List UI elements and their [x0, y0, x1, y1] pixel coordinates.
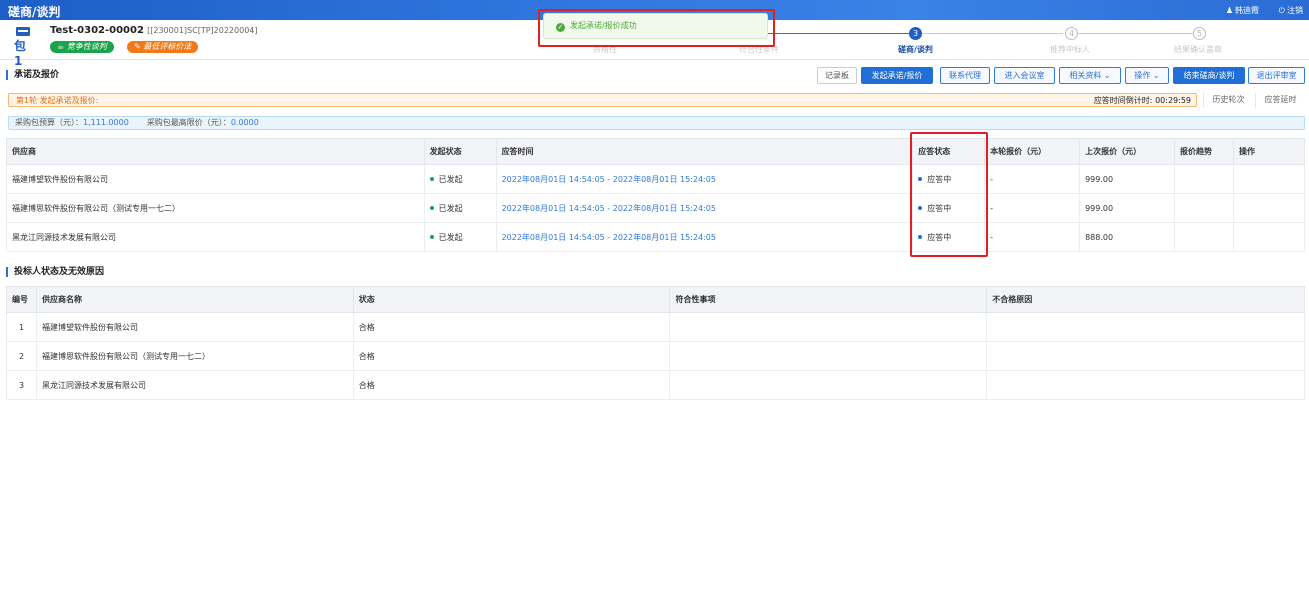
table-row: 福建博望软件股份有限公司 已发起 2022年08月01日 14:54:05 - …: [6, 164, 1306, 194]
chevron-down-icon: ⌄: [1103, 71, 1111, 80]
history-rounds-button[interactable]: 历史轮次: [1203, 93, 1253, 108]
exit-review-button[interactable]: 退出评审室: [1248, 67, 1305, 84]
enter-meeting-button[interactable]: 进入会议室: [994, 67, 1055, 84]
step-4-circle: 4: [1065, 27, 1078, 40]
table-row: 3 黑龙江同源技术发展有限公司 合格: [6, 370, 1305, 400]
step-3-label: 磋商/谈判: [898, 45, 933, 54]
method-tag: ☕ 竞争性谈判: [50, 41, 114, 53]
highlight-box-reply-status: [910, 132, 988, 257]
logout-link[interactable]: ⏻ 注销: [1279, 5, 1303, 16]
step-4-label: 推荐中标人: [1050, 45, 1090, 54]
operate-dropdown[interactable]: 操作 ⌄: [1125, 67, 1169, 84]
highlight-box-toast: [538, 9, 775, 47]
bidder-table: 编号 供应商名称 状态 符合性事项 不合格原因 1 福建博望软件股份有限公司 合…: [6, 286, 1305, 400]
records-button[interactable]: 记录板: [817, 67, 857, 84]
logout-label: 注销: [1287, 6, 1303, 15]
section-title-quotes: 承诺及报价: [6, 70, 59, 80]
table-row: 2 福建博思软件股份有限公司（测试专用一七二） 合格: [6, 341, 1305, 371]
budget-bar: 采购包预算（元）：1,111.0000 采购包最高限价（元）：0.0000: [8, 116, 1305, 130]
user-name: 韩迪霞: [1235, 6, 1259, 15]
quote-table: 供应商 发起状态 应答时间 应答状态 本轮报价（元） 上次报价（元） 报价趋势 …: [6, 138, 1306, 252]
table-header-row: 编号 供应商名称 状态 符合性事项 不合格原因: [6, 286, 1305, 313]
project-name: Test-0302-00002: [50, 25, 144, 36]
step-line: [1078, 33, 1193, 34]
contact-agent-button[interactable]: 联系代理: [940, 67, 990, 84]
materials-dropdown[interactable]: 相关资料 ⌄: [1059, 67, 1121, 84]
status-dot: [429, 205, 434, 210]
step-5-label: 结果确认盖章: [1174, 45, 1222, 54]
user-icon: ♟: [1225, 6, 1233, 15]
initiate-quote-button[interactable]: 发起承诺/报价: [861, 67, 933, 84]
round-label: 第1轮 发起承诺及报价:: [16, 96, 99, 105]
project-code: [230001]SC[TP]20220004: [150, 26, 255, 35]
step-line: [918, 33, 1063, 34]
status-dot: [429, 176, 434, 181]
power-icon: ⏻: [1278, 6, 1285, 15]
table-header-row: 供应商 发起状态 应答时间 应答状态 本轮报价（元） 上次报价（元） 报价趋势 …: [6, 138, 1306, 165]
package-doc-icon: 包1: [14, 27, 34, 68]
eval-tag: ✎ 最低评标价法: [127, 41, 199, 53]
table-row: 福建博思软件股份有限公司（测试专用一七二） 已发起 2022年08月01日 14…: [6, 193, 1306, 223]
reply-delay-button[interactable]: 应答延时: [1255, 93, 1305, 108]
table-row: 黑龙江同源技术发展有限公司 已发起 2022年08月01日 14:54:05 -…: [6, 222, 1306, 252]
chevron-down-icon: ⌄: [1152, 71, 1160, 80]
max-price-value: 0.0000: [230, 118, 259, 127]
step-5-circle: 5: [1193, 27, 1206, 40]
countdown-value: 00:29:59: [1155, 96, 1191, 105]
step-3-circle: 3: [909, 27, 922, 40]
section-title-bidders: 投标人状态及无效原因: [6, 267, 104, 277]
current-user[interactable]: ♟ 韩迪霞: [1226, 5, 1259, 16]
page-title: 磋商/谈判: [8, 5, 61, 19]
budget-value: 1,111.0000: [83, 118, 129, 127]
package-label: 包1: [14, 39, 27, 68]
table-row: 1 福建博望软件股份有限公司 合格: [6, 312, 1305, 342]
countdown: 应答时间倒计时: 00:29:59: [1093, 96, 1191, 105]
status-dot: [429, 234, 434, 239]
project-info: Test-0302-00002 [[230001]SC[TP]20220004]: [50, 25, 258, 36]
finish-negotiation-button[interactable]: 结束磋商/谈判: [1173, 67, 1245, 84]
round-status-bar: 第1轮 发起承诺及报价: 应答时间倒计时: 00:29:59: [8, 93, 1197, 107]
